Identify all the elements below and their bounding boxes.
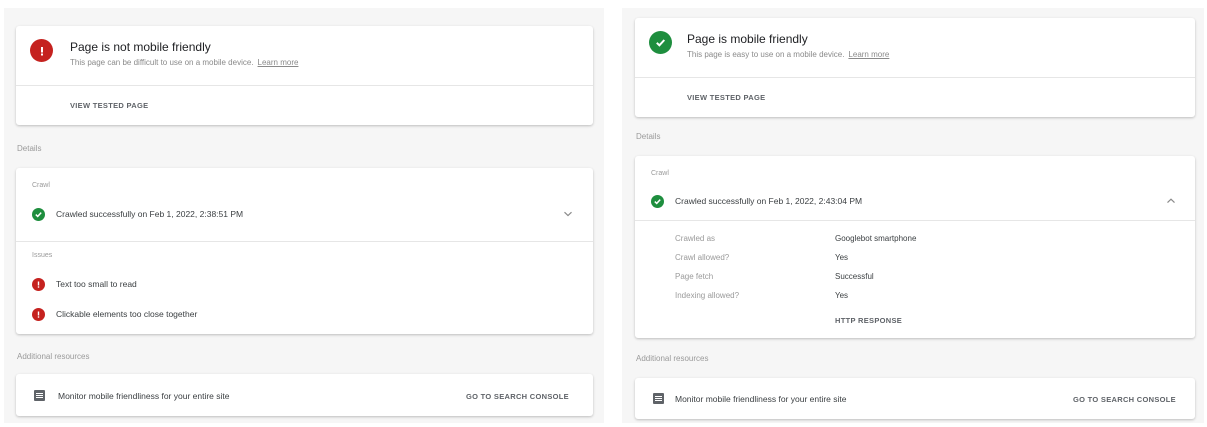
resource-card: Monitor mobile friendliness for your ent…	[635, 378, 1195, 419]
check-icon	[651, 195, 664, 208]
details-card: Crawl Crawled successfully on Feb 1, 202…	[16, 168, 593, 334]
issue-item[interactable]: Clickable elements too close together	[56, 309, 197, 319]
left-result-panel: Page is not mobile friendly This page ca…	[4, 8, 604, 423]
details-label: Details	[17, 144, 42, 153]
issues-label: Issues	[32, 252, 53, 259]
chevron-down-icon[interactable]	[563, 209, 573, 219]
chevron-up-icon[interactable]	[1166, 196, 1176, 206]
error-icon	[30, 39, 53, 62]
learn-more-link[interactable]: Learn more	[258, 58, 299, 67]
right-result-panel: Page is mobile friendly This page is eas…	[622, 8, 1204, 423]
card-divider	[635, 77, 1195, 78]
status-subtitle-text: This page can be difficult to use on a m…	[70, 58, 254, 67]
http-response-button[interactable]: HTTP RESPONSE	[835, 316, 902, 325]
crawled-as-key: Crawled as	[675, 234, 716, 243]
status-card: Page is mobile friendly This page is eas…	[635, 18, 1195, 117]
view-tested-page-button[interactable]: VIEW TESTED PAGE	[70, 101, 148, 110]
details-label: Details	[636, 132, 661, 141]
check-icon	[32, 208, 45, 221]
status-subtitle-text: This page is easy to use on a mobile dev…	[687, 50, 845, 59]
page-fetch-value: Successful	[835, 272, 874, 281]
card-divider	[16, 241, 593, 242]
error-icon	[32, 278, 45, 291]
check-circle-icon	[649, 31, 672, 54]
status-subtitle: This page can be difficult to use on a m…	[70, 58, 298, 67]
additional-resources-label: Additional resources	[636, 354, 709, 363]
status-card: Page is not mobile friendly This page ca…	[16, 26, 593, 125]
card-divider	[16, 85, 593, 86]
details-card: Crawl Crawled successfully on Feb 1, 202…	[635, 156, 1195, 338]
resource-text: Monitor mobile friendliness for your ent…	[675, 394, 847, 404]
crawl-allowed-value: Yes	[835, 253, 849, 262]
crawl-label: Crawl	[651, 170, 669, 177]
status-subtitle: This page is easy to use on a mobile dev…	[687, 50, 889, 59]
go-to-search-console-button[interactable]: GO TO SEARCH CONSOLE	[1073, 395, 1176, 404]
document-icon	[653, 393, 664, 404]
learn-more-link[interactable]: Learn more	[848, 50, 889, 59]
crawl-label: Crawl	[32, 182, 50, 189]
page-fetch-key: Page fetch	[675, 272, 714, 281]
document-icon	[34, 390, 45, 401]
resource-text: Monitor mobile friendliness for your ent…	[58, 391, 230, 401]
resource-card: Monitor mobile friendliness for your ent…	[16, 374, 593, 416]
view-tested-page-button[interactable]: VIEW TESTED PAGE	[687, 93, 765, 102]
issue-item[interactable]: Text too small to read	[56, 279, 137, 289]
crawl-allowed-key: Crawl allowed?	[675, 253, 730, 262]
crawl-status[interactable]: Crawled successfully on Feb 1, 2022, 2:3…	[56, 209, 243, 219]
indexing-allowed-value: Yes	[835, 291, 849, 300]
crawl-status[interactable]: Crawled successfully on Feb 1, 2022, 2:4…	[675, 196, 862, 206]
indexing-allowed-key: Indexing allowed?	[675, 291, 740, 300]
crawled-as-value: Googlebot smartphone	[835, 234, 917, 243]
go-to-search-console-button[interactable]: GO TO SEARCH CONSOLE	[466, 392, 569, 401]
card-divider	[635, 220, 1195, 221]
additional-resources-label: Additional resources	[17, 352, 90, 361]
error-icon	[32, 308, 45, 321]
status-title: Page is not mobile friendly	[70, 40, 211, 54]
status-title: Page is mobile friendly	[687, 32, 808, 46]
